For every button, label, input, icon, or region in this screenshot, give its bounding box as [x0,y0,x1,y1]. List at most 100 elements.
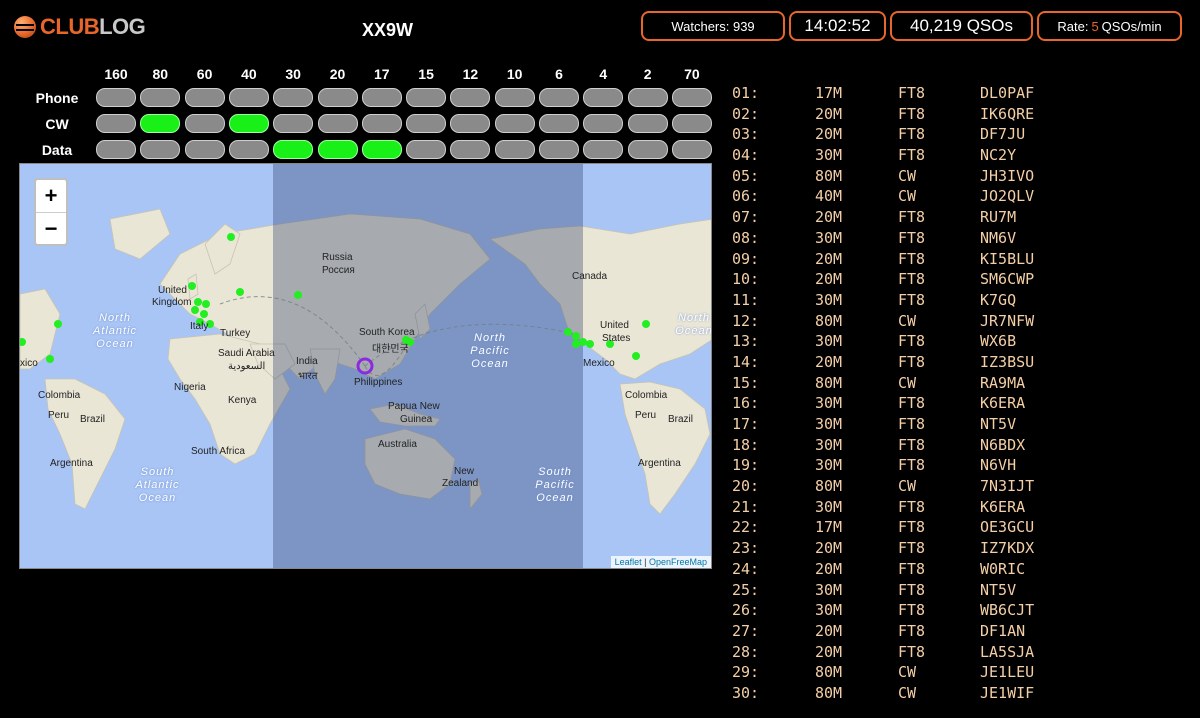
qso-number: 27: [732,621,760,640]
qso-callsign: DL0PAF [980,84,1035,102]
band-cell-phone-10 [494,88,535,107]
south-america-landmass-right [619,381,711,515]
qso-band: 17M [815,518,843,537]
qso-callsign: IK6QRE [980,104,1035,123]
qso-callsign: WB6CJT [980,601,1035,620]
qso-mode: FT8 [898,228,926,247]
qso-number: 23: [732,539,760,558]
label-png-1: Papua New [388,401,440,412]
rate-value: 5 [1091,18,1099,34]
band-cell-data-70 [671,140,712,159]
qso-log-row: 11: 30M FT8 K7GQ [732,291,1052,312]
qso-mode: FT8 [898,249,926,268]
qso-callsign: N6VH [980,456,1017,475]
qso-callsign: LA5SJA [980,642,1035,661]
qso-band: 20M [815,249,843,268]
band-cell-cw-20 [317,114,358,133]
band-cell-phone-80 [140,88,181,107]
band-cell-cw-6 [539,114,579,133]
qso-map[interactable]: + − Russia Россия Canada United Kingdom … [19,163,712,569]
qso-number: 26: [732,601,760,620]
qso-callsign: SM6CWP [980,270,1035,289]
qso-log-row: 26: 30M FT8 WB6CJT [732,601,1052,622]
qso-number: 24: [732,559,760,578]
qso-callsign: OE3GCU [980,518,1035,537]
qso-spot-marker [586,340,594,348]
qso-callsign: RU7M [980,208,1017,227]
band-header-30: 30 [285,66,301,82]
label-india-local: भारत [298,371,318,382]
label-usa-2: States [602,333,631,344]
attribution-leaflet-link[interactable]: Leaflet [615,557,642,567]
qso-band: 20M [815,352,843,371]
qso-number: 13: [732,332,760,351]
attribution-tiles-link[interactable]: OpenFreeMap [649,557,707,567]
label-peru-right: Peru [635,410,657,421]
qso-number: 06: [732,187,760,206]
qso-spot-marker [579,338,587,346]
band-header-60: 60 [196,66,213,82]
qso-log-row: 08: 30M FT8 NM6V [732,229,1052,250]
qso-callsign: DF7JU [980,125,1026,144]
qso-band: 20M [815,125,843,144]
zoom-in-button[interactable]: + [36,180,66,213]
qso-log-row: 27: 20M FT8 DF1AN [732,622,1052,643]
qso-log-row: 17: 30M FT8 NT5V [732,415,1052,436]
qso-mode: FT8 [898,84,926,102]
qso-number: 11: [732,290,760,309]
qso-band: 80M [815,683,843,702]
label-mexico-left: xico [20,358,38,369]
north-america-landmass-left [20,288,61,370]
qso-band: 30M [815,456,843,475]
band-row-label-cw: CW [45,116,69,132]
qso-log-row: 29: 80M CW JE1LEU [732,663,1052,684]
qso-number: 03: [732,125,760,144]
qso-band: 80M [815,311,843,330]
qso-callsign: IZ7KDX [980,539,1035,558]
clublog-logo[interactable]: CLUBLOG [14,12,146,42]
qso-log-row: 28: 20M FT8 LA5SJA [732,643,1052,664]
qso-log-row: 09: 20M FT8 KI5BLU [732,250,1052,271]
qso-band: 20M [815,539,843,558]
qso-number: 16: [732,394,760,413]
qso-number: 22: [732,518,760,537]
band-cell-cw-12 [450,114,491,133]
label-argentina-left: Argentina [50,458,93,469]
qso-callsign: JO2QLV [980,187,1035,206]
qso-callsign: 7N3IJT [980,477,1035,496]
qso-spot-marker [294,291,302,299]
qso-number: 08: [732,228,760,247]
qso-number: 01: [732,84,760,102]
qso-mode: FT8 [898,435,926,454]
qso-mode: FT8 [898,518,926,537]
qso-log-row: 19: 30M FT8 N6VH [732,456,1052,477]
qso-log-row: 10: 20M FT8 SM6CWP [732,270,1052,291]
band-cell-cw-4 [583,114,624,133]
label-south-korea-local: 대한민국 [372,344,409,355]
qso-band: 20M [815,642,843,661]
utc-time: 14:02:52 [804,16,871,35]
qso-log-row: 18: 30M FT8 N6BDX [732,436,1052,457]
rate-suffix: QSOs/min [1101,18,1162,34]
qso-mode: FT8 [898,601,926,620]
qso-mode: FT8 [898,290,926,309]
band-cell-phone-70 [671,88,712,107]
ocean-north-atlantic-right: North Ocean [675,312,712,337]
qso-callsign: K6ERA [980,394,1026,413]
label-colombia-left: Colombia [38,390,81,401]
qso-callsign: K7GQ [980,290,1017,309]
band-header-15: 15 [418,66,434,82]
qso-callsign: DF1AN [980,621,1026,640]
label-nigeria: Nigeria [174,382,206,393]
label-png-2: Guinea [400,414,433,425]
qso-mode: FT8 [898,456,926,475]
qso-log-row: 25: 30M FT8 NT5V [732,581,1052,602]
ocean-south-pacific: South Pacific Ocean [535,466,575,504]
qso-number: 09: [732,249,760,268]
qso-spot-marker [564,328,572,336]
zoom-out-button[interactable]: − [36,213,66,245]
band-header-4: 4 [599,66,608,82]
qso-number: 25: [732,580,760,599]
qso-callsign: K6ERA [980,497,1026,516]
band-cell-cw-60 [184,114,225,133]
